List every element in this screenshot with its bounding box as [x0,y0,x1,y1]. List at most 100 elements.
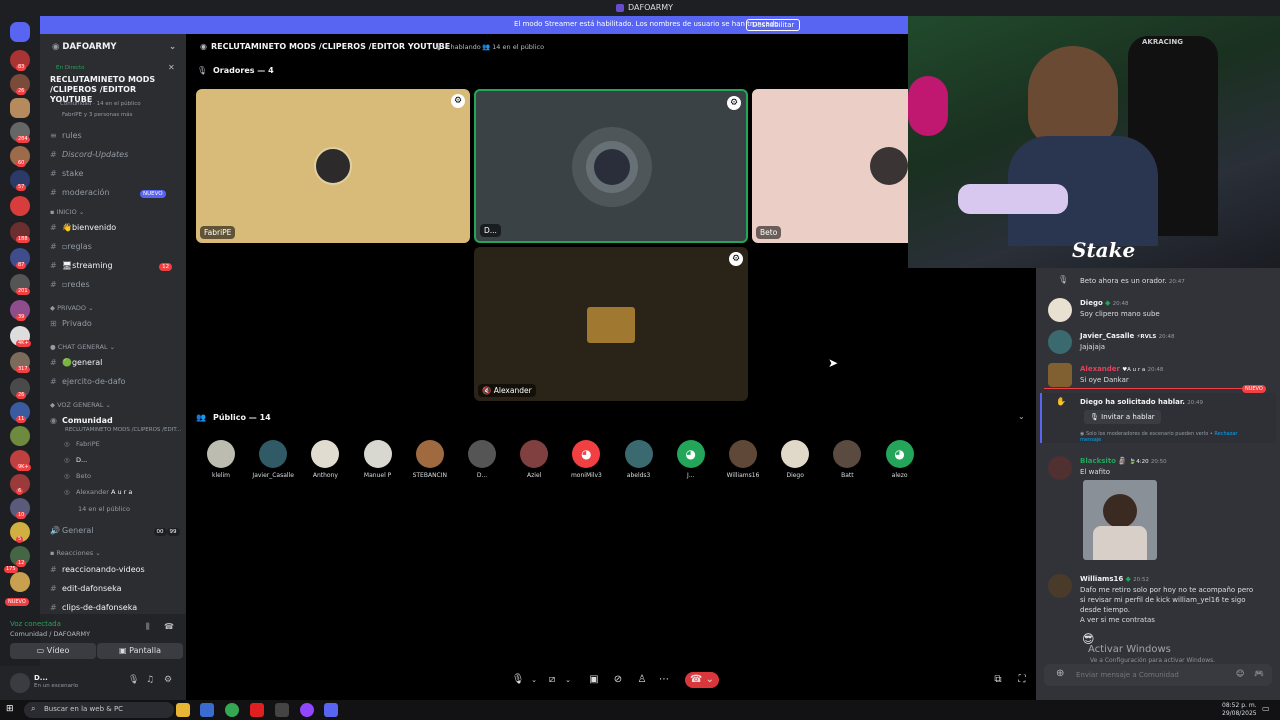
chrome-icon[interactable] [225,703,239,717]
category-chat-general[interactable]: ● CHAT GENERAL ⌄ [50,343,115,351]
channel-moderacion[interactable]: # moderación NUEVO [50,188,166,198]
voice-location[interactable]: Comunidad / DAFOARMY [10,630,90,638]
channel-streaming[interactable]: # 🖥streaming 12 [50,261,173,271]
message-author[interactable]: Blacksito 🗿 [1080,457,1127,465]
notification-icon[interactable]: ▭ [1262,704,1270,713]
more-icon[interactable]: ⋯ [656,672,672,688]
avatar[interactable] [1048,456,1072,480]
soundboard-icon[interactable]: ⫼ [146,622,150,632]
channel-privado[interactable]: ⊞ Privado [50,319,92,328]
channel-reglas[interactable]: # ▫reglas [50,242,92,251]
category-privado[interactable]: ◆ PRIVADO ⌄ [50,304,94,312]
voice-member[interactable]: ◎ FabriPE [64,440,100,448]
gear-icon[interactable]: ⚙ [729,252,743,266]
avatar[interactable] [10,673,30,693]
message-author[interactable]: Diego [1080,299,1103,307]
chat-input-box[interactable]: ⊕ ☺ 🎮 [1044,664,1272,686]
channel-discord-updates[interactable]: # Discord-Updates [50,150,128,159]
server-name[interactable]: ◉ DAFOARMY ⌄ [52,42,176,52]
speaker-tile[interactable]: ⚙ FabriPE [196,89,470,243]
server-icon[interactable] [10,426,30,446]
voice-member[interactable]: ◎ Alexander A u r a [64,488,132,496]
voice-audience-count[interactable]: 14 en el público [78,505,130,513]
add-icon[interactable]: ⊕ [1056,668,1064,679]
screen-share-icon[interactable]: ▣ [586,672,602,688]
channel-edit[interactable]: # edit-dafonseka [50,584,122,593]
audience-member[interactable]: Diego [769,440,821,479]
app-icon[interactable] [300,703,314,717]
audience-member[interactable]: Williams16 [717,440,769,479]
channel-ejercito[interactable]: # ejercito-de-dafo [50,377,125,386]
camera-off-icon[interactable]: ⧄ [544,672,560,688]
audience-member[interactable]: Anthony [299,440,351,479]
gear-icon[interactable]: ⚙ [727,96,741,110]
youtube-icon[interactable] [250,703,264,717]
server-icon[interactable] [10,98,30,118]
server-icon[interactable] [10,196,30,216]
attached-image[interactable] [1083,480,1157,560]
disable-streamer-button[interactable]: Deshabilitar [746,19,801,31]
category-inicio[interactable]: ▪ INICIO ⌄ [50,208,84,216]
audience-member[interactable]: Javier_Casalle [247,440,299,479]
voice-channel-comunidad[interactable]: ◉ Comunidad [50,416,113,425]
channel-clips[interactable]: # clips-de-dafonseka [50,603,137,612]
channel-bienvenido[interactable]: # 👋bienvenido [50,223,116,232]
audience-member[interactable]: klelim [195,440,247,479]
voice-channel-general[interactable]: 🔊 General 00 99 [50,526,180,536]
server-icon[interactable] [10,572,30,592]
audience-member[interactable]: STEBANCIN [404,440,456,479]
lower-hand-icon[interactable]: ⊘ [610,672,626,688]
disconnect-icon[interactable]: ☎ [164,622,174,631]
speaker-tile[interactable]: Beto [752,89,908,243]
move-to-audience-icon[interactable]: ♙ [634,672,650,688]
gear-icon[interactable]: ⚙ [164,675,172,685]
emoji-icon[interactable]: ☺ [1236,669,1244,678]
popout-icon[interactable]: ⧉ [990,672,1006,688]
speaker-tile[interactable]: ⚙ D... [474,89,748,243]
audience-member[interactable]: abelds3 [613,440,665,479]
speaker-tile[interactable]: ⚙ 🔇 Alexander [474,247,748,401]
channel-reaccionando[interactable]: # reaccionando-videos [50,565,145,574]
video-button[interactable]: ▭ Vídeo [10,643,96,659]
taskbar-clock[interactable]: 08:52 p. m. 29/08/2025 [1222,702,1257,718]
avatar[interactable] [1048,363,1072,387]
chevron-down-icon[interactable]: ⌄ [560,672,576,688]
microphone-icon[interactable]: 🎙 [510,672,526,688]
chevron-down-icon[interactable]: ⌄ [1018,412,1025,421]
avatar[interactable] [1048,574,1072,598]
avatar[interactable] [1048,330,1072,354]
channel-general[interactable]: # 🟢general [50,358,102,367]
audience-member[interactable]: ◕ alezo [874,440,926,479]
close-icon[interactable]: ✕ [168,63,175,72]
discord-home-icon[interactable] [10,22,30,42]
voice-member[interactable]: ◎ Beto [64,472,91,480]
screen-share-button[interactable]: ▣ Pantalla [97,643,183,659]
gear-icon[interactable]: ⚙ [451,94,465,108]
channel-rules[interactable]: ≡ rules [50,131,82,140]
avatar[interactable] [1048,298,1072,322]
audience-member[interactable]: Aziel [508,440,560,479]
headphones-icon[interactable]: ♫ [146,675,154,685]
channel-redes[interactable]: # ▫redes [50,280,90,289]
windows-start-icon[interactable]: ⊞ [6,704,14,714]
category-voz-general[interactable]: ◆ VOZ GENERAL ⌄ [50,401,111,409]
channel-stake[interactable]: # stake [50,169,83,178]
discord-icon[interactable] [324,703,338,717]
chevron-down-icon[interactable]: ⌄ [169,42,176,52]
file-explorer-icon[interactable] [176,703,190,717]
app-icon[interactable] [275,703,289,717]
microphone-icon[interactable]: 🎙 [128,675,139,685]
chevron-down-icon[interactable]: ⌄ [526,672,542,688]
message-author[interactable]: Javier_Casalle [1080,332,1134,340]
message-author[interactable]: Alexander [1080,365,1120,373]
audience-member[interactable]: Batt [821,440,873,479]
leave-stage-button[interactable]: ☎ ⌄ [685,672,719,688]
fullscreen-icon[interactable]: ⛶ [1014,672,1030,688]
audience-member[interactable]: Manuel P [352,440,404,479]
voice-member[interactable]: ◎ D... [64,456,87,464]
invite-to-speak-button[interactable]: 🎙 Invitar a hablar [1084,410,1161,424]
chat-input[interactable] [1076,668,1226,682]
audience-member[interactable]: D... [456,440,508,479]
message-author[interactable]: Williams16 [1080,575,1123,583]
audience-member[interactable]: ◕ moniMilv3 [560,440,612,479]
